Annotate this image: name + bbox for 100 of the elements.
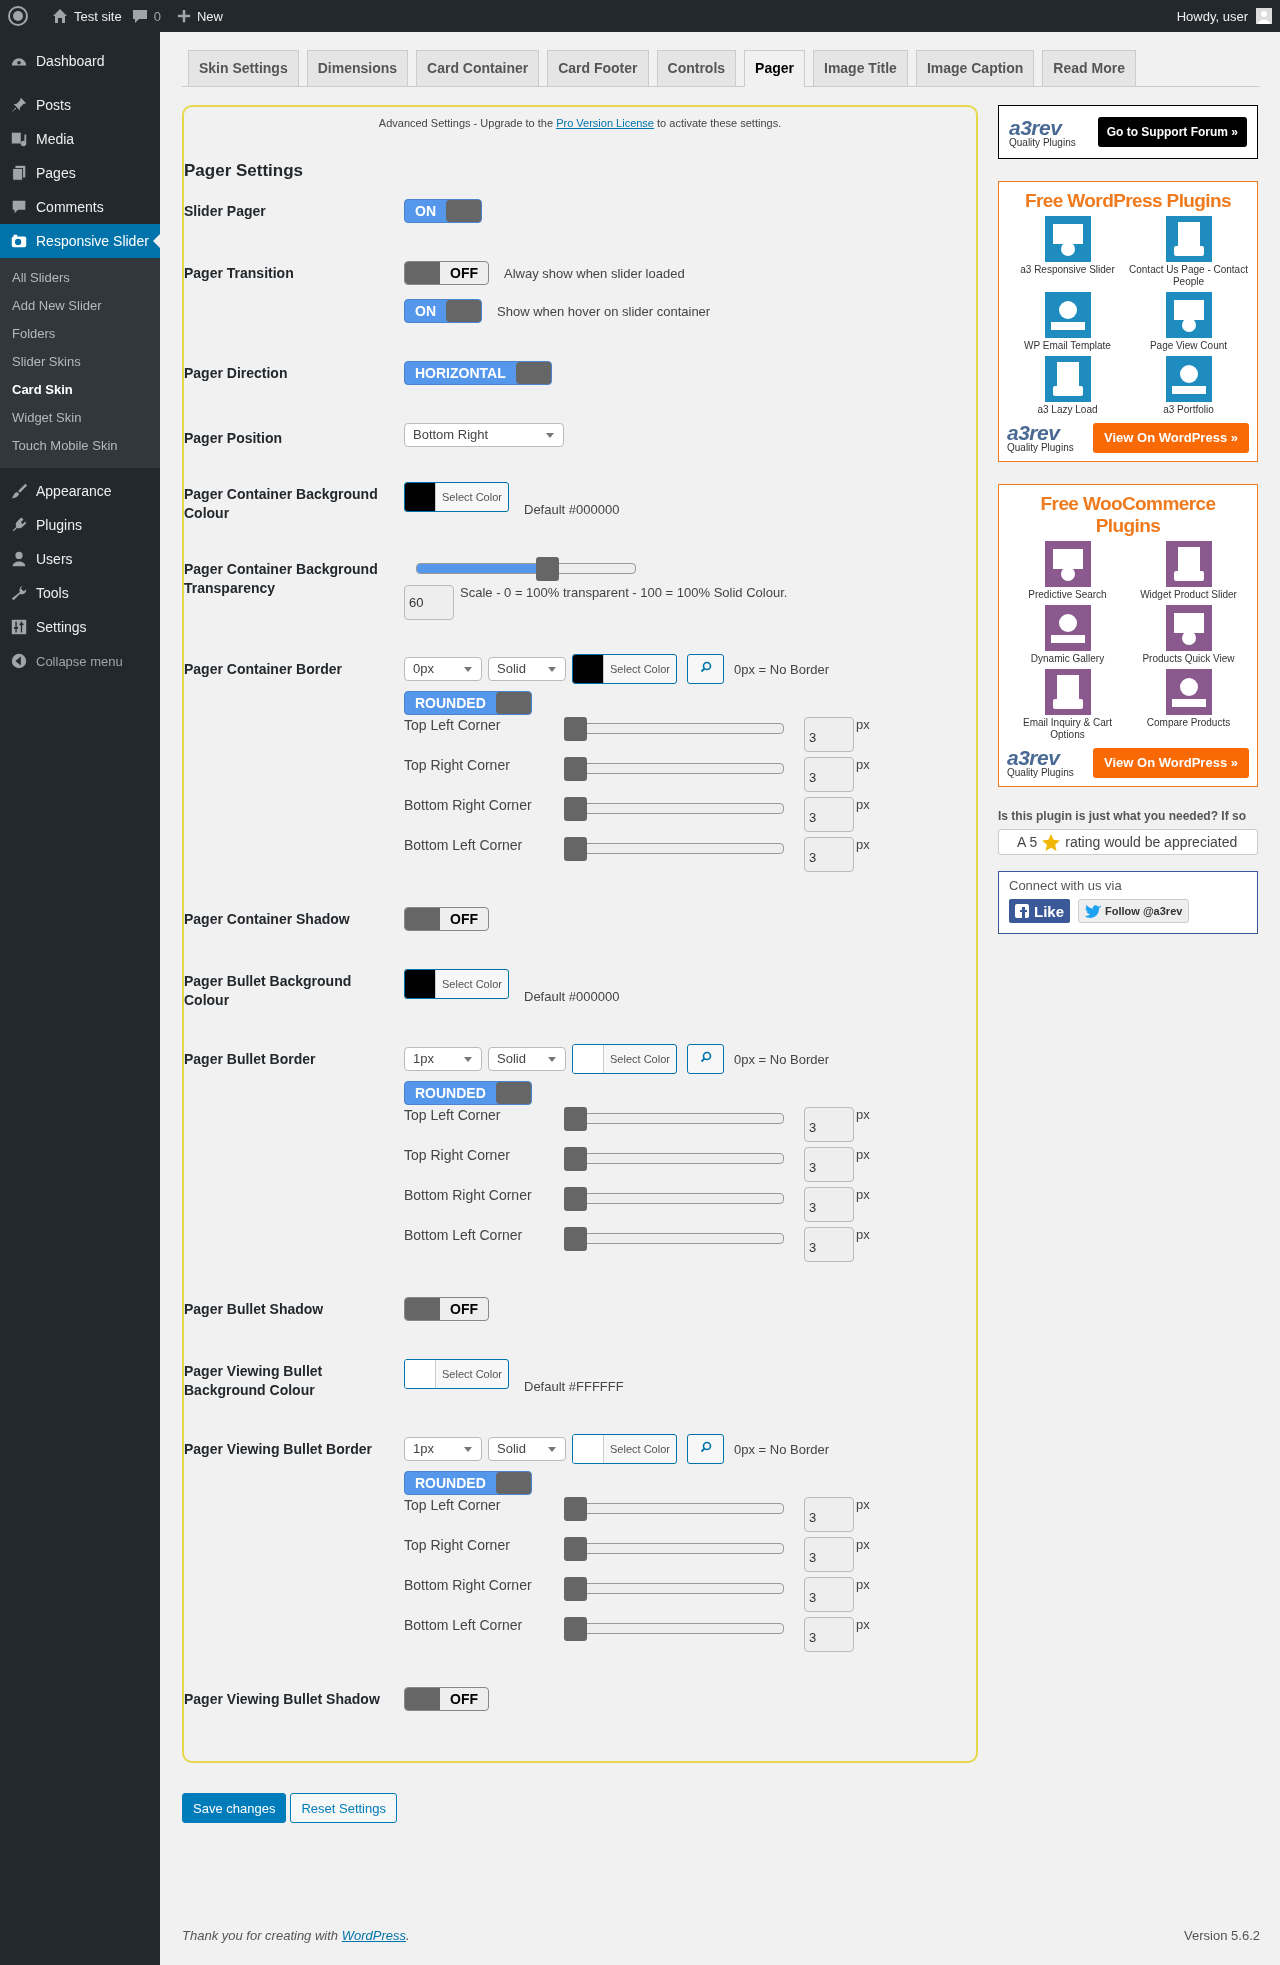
search-button[interactable] [687, 654, 724, 684]
color-picker-button[interactable]: Select Color [404, 1359, 509, 1389]
number-input[interactable]: 60 [404, 585, 454, 620]
logo-icon[interactable] [8, 6, 28, 26]
menu-item[interactable]: Plugins [0, 508, 160, 542]
submenu-item[interactable]: Slider Skins [0, 348, 160, 376]
range-slider[interactable] [564, 1617, 784, 1639]
menu-item[interactable]: Dashboard [0, 44, 160, 78]
dropdown[interactable]: 0px [404, 657, 482, 681]
plugin-link[interactable]: WP Email Template [1007, 292, 1128, 352]
new-link[interactable]: New [196, 8, 223, 24]
reset-button[interactable]: Reset Settings [290, 1793, 397, 1823]
plugin-link[interactable]: a3 Lazy Load [1007, 356, 1128, 416]
collapse-menu-button[interactable]: Collapse menu [0, 644, 160, 678]
plugin-link[interactable]: Page View Count [1128, 292, 1249, 352]
tab[interactable]: Image Caption [915, 50, 1035, 86]
like-button[interactable]: Like [1009, 899, 1070, 923]
number-input[interactable]: 3 [804, 1227, 854, 1262]
dropdown[interactable]: 1px [404, 1437, 482, 1461]
wordpress-link[interactable]: WordPress [341, 1927, 406, 1943]
range-slider[interactable] [564, 837, 784, 859]
range-slider[interactable] [564, 1577, 784, 1599]
color-picker-button[interactable]: Select Color [572, 1434, 677, 1464]
toggle-switch[interactable]: OFF [404, 907, 489, 931]
toggle-switch[interactable]: OFF [404, 1687, 489, 1711]
range-slider[interactable] [564, 1187, 784, 1209]
menu-item[interactable]: Pages [0, 156, 160, 190]
account-greeting[interactable]: Howdy, user [1176, 8, 1248, 24]
range-slider[interactable] [564, 1147, 784, 1169]
number-input[interactable]: 3 [804, 1617, 854, 1652]
plugin-link[interactable]: Compare Products [1128, 669, 1249, 741]
plugin-link[interactable]: Widget Product Slider [1128, 541, 1249, 601]
color-picker-button[interactable]: Select Color [572, 1044, 677, 1074]
plug-icon [10, 516, 28, 534]
plugin-link[interactable]: Dynamic Gallery [1007, 605, 1128, 665]
tab[interactable]: Controls [656, 50, 737, 86]
tab[interactable]: Card Footer [547, 50, 649, 86]
number-input[interactable]: 3 [804, 1147, 854, 1182]
submenu-item[interactable]: Add New Slider [0, 292, 160, 320]
color-picker-button[interactable]: Select Color [404, 482, 509, 512]
tab[interactable]: Dimensions [306, 50, 409, 86]
menu-item[interactable]: Tools [0, 576, 160, 610]
menu-item[interactable]: Media [0, 122, 160, 156]
pro-license-link[interactable]: Pro Version License [556, 117, 654, 129]
dropdown[interactable]: Solid [488, 1047, 566, 1071]
submenu-item[interactable]: Card Skin [0, 376, 160, 404]
menu-item[interactable]: Appearance [0, 474, 160, 508]
range-slider[interactable] [564, 757, 784, 779]
search-button[interactable] [687, 1434, 724, 1464]
site-link[interactable]: Test site [74, 8, 122, 24]
menu-item[interactable]: Responsive Slider [0, 224, 160, 258]
range-slider[interactable] [564, 1497, 784, 1519]
range-slider[interactable] [564, 1227, 784, 1249]
search-button[interactable] [687, 1044, 724, 1074]
rating-question: Is this plugin is just what you needed? If so [998, 809, 1248, 823]
number-input[interactable]: 3 [804, 717, 854, 752]
number-input[interactable]: 3 [804, 1107, 854, 1142]
number-input[interactable]: 3 [804, 757, 854, 792]
menu-item[interactable]: Comments [0, 190, 160, 224]
tab[interactable]: Skin Settings [188, 50, 299, 86]
menu-item[interactable]: Users [0, 542, 160, 576]
number-input[interactable]: 3 [804, 1187, 854, 1222]
submenu-item[interactable]: Folders [0, 320, 160, 348]
dropdown[interactable]: Bottom Right [404, 423, 564, 447]
plugin-link[interactable]: a3 Portfolio [1128, 356, 1249, 416]
range-slider[interactable] [564, 797, 784, 819]
color-picker-button[interactable]: Select Color [572, 654, 677, 684]
menu-item[interactable]: Settings [0, 610, 160, 644]
menu-item[interactable]: Posts [0, 88, 160, 122]
range-slider[interactable] [564, 1107, 784, 1129]
number-input[interactable]: 3 [804, 797, 854, 832]
tab[interactable]: Pager [744, 50, 805, 87]
tab[interactable]: Image Title [813, 50, 908, 86]
toggle-switch[interactable]: OFF [404, 1297, 489, 1321]
dropdown[interactable]: Solid [488, 657, 566, 681]
range-slider[interactable] [564, 1537, 784, 1559]
submenu-item[interactable]: All Sliders [0, 264, 160, 292]
plugin-link[interactable]: Email Inquiry & Cart Options [1007, 669, 1128, 741]
tab[interactable]: Card Container [416, 50, 540, 86]
number-input[interactable]: 3 [804, 1497, 854, 1532]
tab[interactable]: Read More [1042, 50, 1136, 86]
plugin-link[interactable]: Products Quick View [1128, 605, 1249, 665]
color-picker-button[interactable]: Select Color [404, 969, 509, 999]
support-forum-button[interactable]: Go to Support Forum » [1097, 117, 1247, 147]
plugin-link[interactable]: Contact Us Page - Contact People [1128, 216, 1249, 288]
plugin-link[interactable]: Predictive Search [1007, 541, 1128, 601]
follow-button[interactable]: Follow @a3rev [1078, 899, 1190, 923]
range-slider[interactable] [564, 717, 784, 739]
plugin-link[interactable]: a3 Responsive Slider [1007, 216, 1128, 288]
number-input[interactable]: 3 [804, 1537, 854, 1572]
dropdown[interactable]: 1px [404, 1047, 482, 1071]
submenu-item[interactable]: Touch Mobile Skin [0, 432, 160, 460]
dropdown[interactable]: Solid [488, 1437, 566, 1461]
number-input[interactable]: 3 [804, 1577, 854, 1612]
range-slider[interactable] [416, 557, 636, 579]
comment-count[interactable]: 0 [153, 8, 161, 24]
save-button[interactable]: Save changes [182, 1793, 287, 1823]
toggle-switch[interactable]: OFF [404, 261, 489, 285]
submenu-item[interactable]: Widget Skin [0, 404, 160, 432]
number-input[interactable]: 3 [804, 837, 854, 872]
